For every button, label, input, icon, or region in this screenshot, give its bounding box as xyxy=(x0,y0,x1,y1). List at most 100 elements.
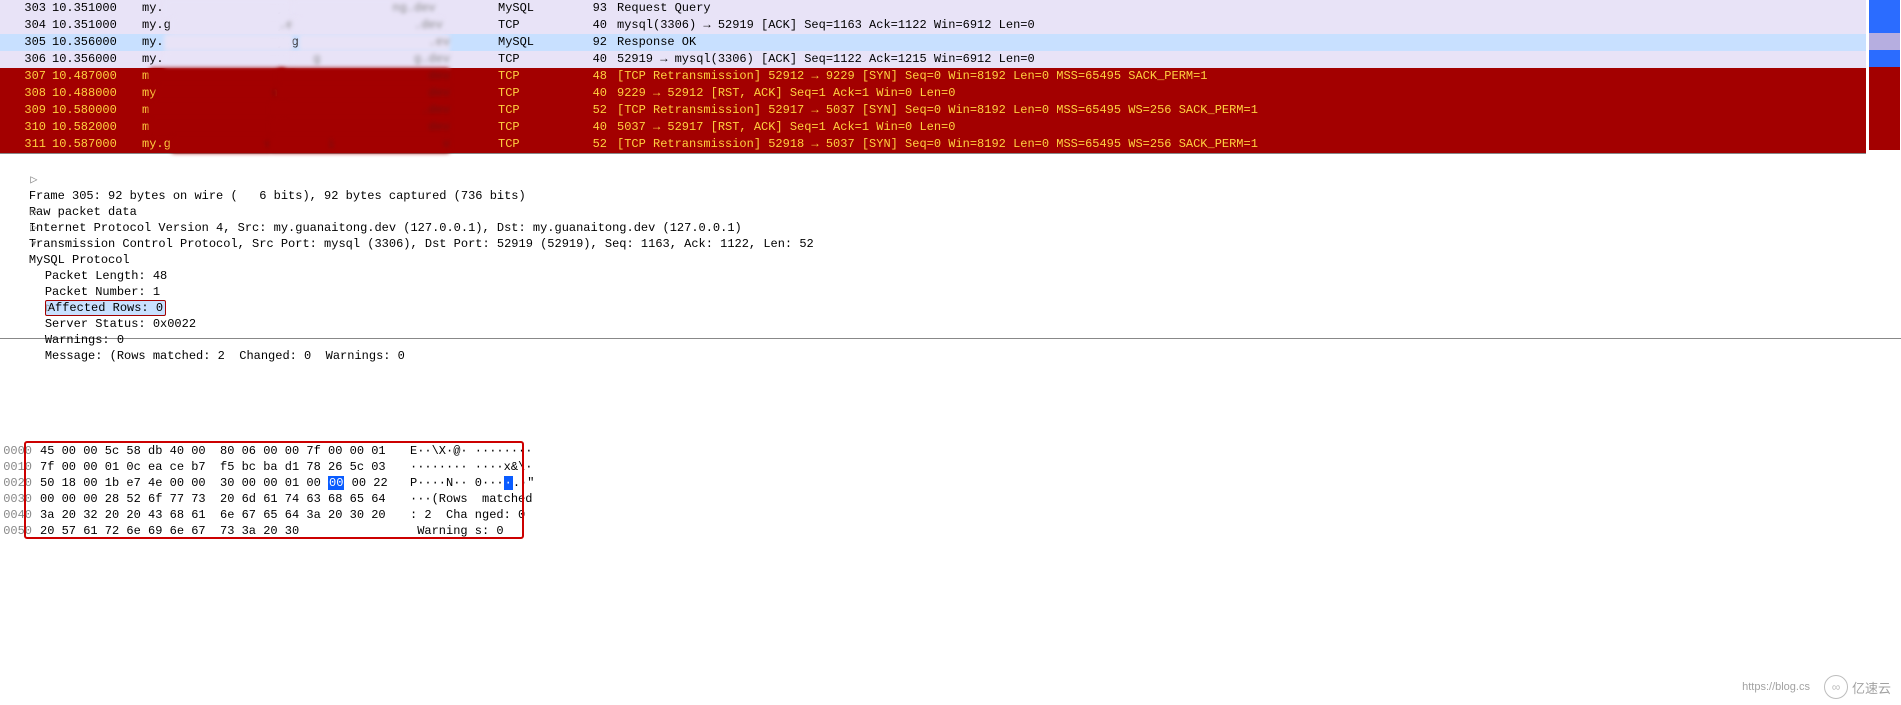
server-status-text: Server Status: 0x0022 xyxy=(45,317,196,331)
raw-packet-line[interactable]: Raw packet data xyxy=(0,172,1901,188)
col-no: 303 xyxy=(0,0,52,17)
packet-row[interactable]: 31110.587000my.g v i vTCP52[TCP Retransm… xyxy=(0,136,1866,153)
expand-icon[interactable]: ▷ xyxy=(29,172,39,188)
col-destination: my. ng.dev xyxy=(270,0,498,17)
col-protocol: TCP xyxy=(498,51,583,68)
message-line[interactable]: Message: (Rows matched: 2 Changed: 0 War… xyxy=(0,316,1901,332)
expand-icon[interactable]: ▷ xyxy=(29,220,39,236)
col-no: 306 xyxy=(0,51,52,68)
packet-row[interactable]: 30610.356000my. my. g g.devTCP4052919 → … xyxy=(0,51,1866,68)
col-info: Response OK xyxy=(613,34,1866,51)
hex-offset: 0010 xyxy=(0,459,40,475)
affected-rows-line[interactable]: Affected Rows: 0 xyxy=(0,268,1901,284)
hex-line[interactable]: 000045 00 00 5c 58 db 40 0080 06 00 00 7… xyxy=(0,443,1901,459)
hex-bytes-2: 73 3a 20 30 xyxy=(220,523,410,539)
infinity-icon: ∞ xyxy=(1824,675,1848,699)
col-destination: i v xyxy=(270,136,498,153)
col-destination: my.g .ev xyxy=(270,34,498,51)
hex-line[interactable]: 002050 18 00 1b e7 4e 00 0030 00 00 01 0… xyxy=(0,475,1901,491)
col-info: 52919 → mysql(3306) [ACK] Seq=1122 Ack=1… xyxy=(613,51,1866,68)
hex-ascii: Warning s: 0 xyxy=(410,523,504,539)
col-length: 48 xyxy=(583,68,613,85)
hex-ascii: : 2 Cha nged: 0 xyxy=(410,507,532,523)
col-time: 10.487000 xyxy=(52,68,142,85)
hex-line[interactable]: 003000 00 00 28 52 6f 77 7320 6d 61 74 6… xyxy=(0,491,1901,507)
col-destination: my. .dev xyxy=(270,17,498,34)
col-no: 309 xyxy=(0,102,52,119)
packet-row[interactable]: 30410.351000my.g .evmy. .devTCP40mysql(3… xyxy=(0,17,1866,34)
packet-details-pane[interactable]: ▷ Frame 305: 92 bytes on wire ( 6 bits),… xyxy=(0,154,1901,339)
packet-number-line[interactable]: Packet Number: 1 xyxy=(0,252,1901,268)
packet-row[interactable]: 31010.582000m devTCP405037 → 52917 [RST,… xyxy=(0,119,1866,136)
tcp-line[interactable]: ▷ Transmission Control Protocol, Src Por… xyxy=(0,204,1901,220)
collapse-icon[interactable]: ▾ xyxy=(29,236,39,252)
col-protocol: TCP xyxy=(498,119,583,136)
col-source: my. xyxy=(142,0,270,17)
col-source: my. xyxy=(142,34,270,51)
packet-row[interactable]: 30810.488000my vm devTCP409229 → 52912 [… xyxy=(0,85,1866,102)
col-length: 93 xyxy=(583,0,613,17)
hex-ascii: ········ ····x&\· xyxy=(410,459,532,475)
col-time: 10.582000 xyxy=(52,119,142,136)
col-destination: dev xyxy=(270,119,498,136)
hex-offset: 0020 xyxy=(0,475,40,491)
frame-line[interactable]: ▷ Frame 305: 92 bytes on wire ( 6 bits),… xyxy=(0,156,1901,172)
selected-byte: 00 xyxy=(328,476,344,490)
col-source: my.g .ev xyxy=(142,17,270,34)
col-protocol: TCP xyxy=(498,136,583,153)
col-info: [TCP Retransmission] 52917 → 5037 [SYN] … xyxy=(613,102,1866,119)
expand-icon[interactable]: ▷ xyxy=(45,300,55,316)
col-protocol: TCP xyxy=(498,85,583,102)
watermark-url: https://blog.cs xyxy=(1742,681,1810,693)
col-protocol: TCP xyxy=(498,68,583,85)
col-source: m xyxy=(142,68,270,85)
packet-row[interactable]: 30910.580000m .devTCP52[TCP Retransmissi… xyxy=(0,102,1866,119)
expand-icon[interactable]: ▷ xyxy=(29,204,39,220)
col-time: 10.356000 xyxy=(52,34,142,51)
hex-bytes-1: 45 00 00 5c 58 db 40 00 xyxy=(40,443,220,459)
col-source: my.g v xyxy=(142,136,270,153)
col-time: 10.356000 xyxy=(52,51,142,68)
col-destination: my. g g.dev xyxy=(270,51,498,68)
col-no: 307 xyxy=(0,68,52,85)
server-status-line[interactable]: ▷ Server Status: 0x0022 xyxy=(0,284,1901,300)
col-no: 311 xyxy=(0,136,52,153)
hex-ascii: ···(Rows matched xyxy=(410,491,532,507)
minimap-scrollbar[interactable] xyxy=(1868,0,1901,150)
col-length: 40 xyxy=(583,17,613,34)
affected-rows-text: Affected Rows: 0 xyxy=(45,300,166,316)
hex-bytes-1: 00 00 00 28 52 6f 77 73 xyxy=(40,491,220,507)
hex-offset: 0000 xyxy=(0,443,40,459)
packet-row[interactable]: 30310.351000my. my. ng.devMySQL93Request… xyxy=(0,0,1866,17)
packet-list[interactable]: 30310.351000my. my. ng.devMySQL93Request… xyxy=(0,0,1866,154)
col-protocol: TCP xyxy=(498,17,583,34)
hex-ascii: E··\X·@· ········ xyxy=(410,443,532,459)
ip-text: Internet Protocol Version 4, Src: my.gua… xyxy=(29,221,742,235)
hex-offset: 0040 xyxy=(0,507,40,523)
col-info: 5037 → 52917 [RST, ACK] Seq=1 Ack=1 Win=… xyxy=(613,119,1866,136)
col-length: 52 xyxy=(583,136,613,153)
col-time: 10.488000 xyxy=(52,85,142,102)
col-info: [TCP Retransmission] 52912 → 9229 [SYN] … xyxy=(613,68,1866,85)
raw-text: Raw packet data xyxy=(29,205,137,219)
hex-bytes-2: 30 00 00 01 00 00 00 22 xyxy=(220,475,410,491)
message-text: Message: (Rows matched: 2 Changed: 0 War… xyxy=(45,349,405,363)
hex-line[interactable]: 00403a 20 32 20 20 43 68 616e 67 65 64 3… xyxy=(0,507,1901,523)
packet-row[interactable]: 30710.487000m m devTCP48[TCP Retransmiss… xyxy=(0,68,1866,85)
blank-expander xyxy=(29,188,39,204)
col-no: 310 xyxy=(0,119,52,136)
hex-dump-pane[interactable]: 000045 00 00 5c 58 db 40 0080 06 00 00 7… xyxy=(0,439,1901,549)
col-source: m xyxy=(142,119,270,136)
col-length: 52 xyxy=(583,102,613,119)
packet-row[interactable]: 30510.356000my. my.g .evMySQL92Response … xyxy=(0,34,1866,51)
col-source: m xyxy=(142,102,270,119)
hex-bytes-2: 20 6d 61 74 63 68 65 64 xyxy=(220,491,410,507)
col-protocol: MySQL xyxy=(498,0,583,17)
warnings-line[interactable]: Warnings: 0 xyxy=(0,300,1901,316)
col-no: 308 xyxy=(0,85,52,102)
hex-line[interactable]: 00107f 00 00 01 0c ea ce b7f5 bc ba d1 7… xyxy=(0,459,1901,475)
tcp-text: Transmission Control Protocol, Src Port:… xyxy=(29,237,814,251)
col-protocol: MySQL xyxy=(498,34,583,51)
col-time: 10.351000 xyxy=(52,0,142,17)
hex-line[interactable]: 005020 57 61 72 6e 69 6e 6773 3a 20 30 W… xyxy=(0,523,1901,539)
